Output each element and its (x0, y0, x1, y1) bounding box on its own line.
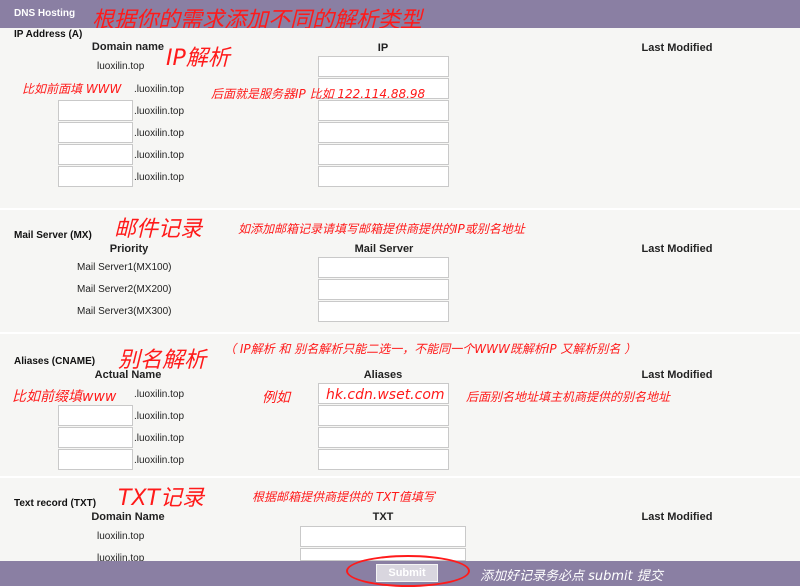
a-suffix-4: .luoxilin.top (134, 128, 185, 139)
cname-name-input-3[interactable] (58, 427, 133, 448)
cname-name-input-4[interactable] (58, 449, 133, 470)
a-ip-input-4[interactable] (318, 122, 449, 143)
a-ip-input-6[interactable] (318, 166, 449, 187)
annotation-alias-prefix: 比如前缀填www (12, 389, 117, 405)
a-ip-input-5[interactable] (318, 144, 449, 165)
annotation-alias-host: 后面别名地址填主机商提供的别名地址 (466, 390, 671, 404)
cname-suffix-2: .luoxilin.top (134, 411, 185, 422)
txt-col-txt: TXT (372, 511, 394, 523)
a-suffix-2: .luoxilin.top (134, 84, 185, 95)
annotation-ip: IP解析 (166, 46, 230, 71)
cname-col-actual: Actual Name (94, 369, 162, 381)
a-root-domain: luoxilin.top (97, 61, 145, 72)
annotation-submit: 添加好记录务必点 submit 提交 (480, 569, 663, 584)
cname-suffix-4: .luoxilin.top (134, 455, 185, 466)
txt-record-title: Text record (TXT) (14, 498, 97, 509)
page-title: DNS Hosting (14, 8, 76, 19)
a-col-ip: IP (377, 42, 389, 54)
a-name-input-6[interactable] (58, 166, 133, 187)
mx-col-modified: Last Modified (641, 243, 713, 255)
mx-col-server: Mail Server (354, 243, 414, 255)
txt-col-domain: Domain Name (91, 511, 165, 523)
txt-domain-1: luoxilin.top (97, 531, 145, 542)
a-suffix-5: .luoxilin.top (134, 150, 185, 161)
cname-alias-input-3[interactable] (318, 427, 449, 448)
a-ip-input-1[interactable] (318, 56, 449, 77)
cname-alias-input-4[interactable] (318, 449, 449, 470)
a-suffix-6: .luoxilin.top (134, 172, 185, 183)
txt-col-modified: Last Modified (641, 511, 713, 523)
mx-priority-1: Mail Server1(MX100) (77, 262, 172, 273)
mx-record-title: Mail Server (MX) (14, 230, 92, 241)
cname-col-modified: Last Modified (641, 369, 713, 381)
annotation-alias-value: hk.cdn.wset.com (326, 387, 445, 403)
mx-server-input-3[interactable] (318, 301, 449, 322)
a-name-input-3[interactable] (58, 100, 133, 121)
annotation-mail: 邮件记录 (114, 217, 203, 242)
txt-value-input-1[interactable] (300, 526, 466, 547)
cname-suffix-1: .luoxilin.top (134, 389, 185, 400)
highlight-circle (346, 555, 470, 587)
a-name-input-4[interactable] (58, 122, 133, 143)
annotation-ip-prefix: 比如前面填 WWW (22, 82, 122, 96)
a-ip-input-3[interactable] (318, 100, 449, 121)
mx-priority-3: Mail Server3(MX300) (77, 306, 172, 317)
cname-col-aliases: Aliases (363, 369, 403, 381)
a-suffix-3: .luoxilin.top (134, 106, 185, 117)
annotation-alias-note: （ IP解析 和 别名解析只能二选一，不能同一个WWW既解析IP 又解析别名 ） (224, 342, 637, 356)
cname-suffix-3: .luoxilin.top (134, 433, 185, 444)
mx-server-input-1[interactable] (318, 257, 449, 278)
annotation-alias-example: 例如 (262, 390, 290, 406)
a-name-input-5[interactable] (58, 144, 133, 165)
mx-col-priority: Priority (109, 243, 149, 255)
mx-server-input-2[interactable] (318, 279, 449, 300)
annotation-txt: TXT记录 (118, 486, 204, 511)
annotation-mail-note: 如添加邮箱记录请填写邮箱提供商提供的IP或别名地址 (238, 222, 525, 236)
a-col-domain: Domain name (91, 41, 165, 53)
a-col-modified: Last Modified (641, 42, 713, 54)
annotation-txt-note: 根据邮箱提供商提供的 TXT值填写 (252, 490, 435, 504)
cname-alias-input-2[interactable] (318, 405, 449, 426)
cname-record-title: Aliases (CNAME) (14, 356, 96, 367)
a-record-title: IP Address (A) (14, 29, 83, 40)
mx-priority-2: Mail Server2(MX200) (77, 284, 172, 295)
cname-name-input-2[interactable] (58, 405, 133, 426)
